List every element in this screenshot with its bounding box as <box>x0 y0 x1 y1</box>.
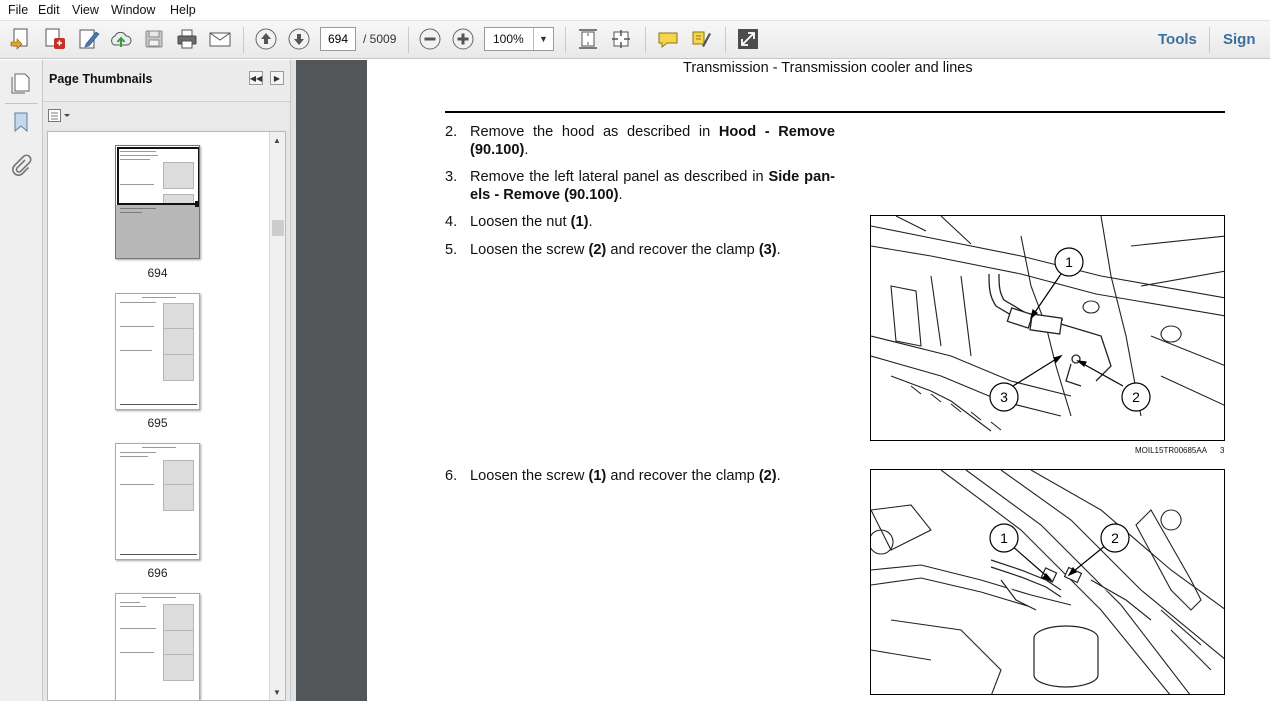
email-icon[interactable] <box>207 26 233 52</box>
toolbar-separator <box>565 27 566 53</box>
toolbar-separator <box>1209 27 1210 53</box>
scroll-up-icon[interactable]: ▲ <box>273 136 281 145</box>
toolbar-separator <box>408 27 409 53</box>
step-number: 4. <box>445 214 458 230</box>
callout-1: 1 <box>1065 254 1073 270</box>
page-number-input[interactable] <box>320 27 356 51</box>
step-text: Loosen the screw (1) and recover the cla… <box>470 468 781 484</box>
previous-page-icon[interactable] <box>253 26 279 52</box>
next-page-icon[interactable] <box>286 26 312 52</box>
step-text: Loosen the screw (2) and recover the cla… <box>470 242 781 258</box>
zoom-select[interactable]: 100% ▼ <box>484 27 554 51</box>
step-number: 5. <box>445 242 458 258</box>
tools-button[interactable]: Tools <box>1158 31 1197 48</box>
save-icon[interactable] <box>141 26 167 52</box>
thumbnails-list: 694 695 696 ▲ ▼ <box>47 131 286 701</box>
menu-view[interactable]: View <box>72 3 99 17</box>
expand-panel-icon[interactable]: ▶ <box>270 71 284 85</box>
figure-number: 3 <box>1220 446 1225 455</box>
scroll-down-icon[interactable]: ▼ <box>273 688 281 697</box>
figure-transmission-cooler: 1 2 3 <box>870 215 1225 441</box>
menu-help[interactable]: Help <box>170 3 196 17</box>
document-page: Transmission - Transmission cooler and l… <box>367 60 1270 701</box>
print-icon[interactable] <box>174 26 200 52</box>
menu-window[interactable]: Window <box>111 3 155 17</box>
toolbar-separator <box>725 27 726 53</box>
thumbnail-label: 695 <box>147 416 168 430</box>
step-text: Remove the left lateral panel as describ… <box>470 169 835 203</box>
scrollbar-thumb[interactable] <box>272 220 284 236</box>
page-thumbnail[interactable] <box>115 593 200 700</box>
sign-button[interactable]: Sign <box>1223 31 1256 48</box>
figure-code: MOIL15TR00685AA <box>1135 446 1208 455</box>
chevron-down-icon[interactable]: ▼ <box>533 28 553 50</box>
menu-file[interactable]: File <box>8 3 28 17</box>
thumbnails-panel: Page Thumbnails ◀◀ ▶ 694 695 696 ▲ ▼ <box>43 60 290 701</box>
strip-divider <box>5 103 38 104</box>
bookmark-icon[interactable] <box>7 108 35 136</box>
panel-title: Page Thumbnails <box>49 72 153 86</box>
toolbar: / 5009 100% ▼ Tools Sign <box>0 21 1270 59</box>
running-header: Transmission - Transmission cooler and l… <box>683 60 973 76</box>
zoom-in-icon[interactable] <box>450 26 476 52</box>
callout-2: 2 <box>1132 389 1140 405</box>
menu-edit[interactable]: Edit <box>38 3 60 17</box>
thumbnails-scrollbar[interactable]: ▲ ▼ <box>269 132 285 700</box>
navigation-pane-strip <box>0 60 43 701</box>
comment-icon[interactable] <box>655 26 681 52</box>
panel-header: Page Thumbnails ◀◀ ▶ <box>43 60 290 102</box>
step-number: 3. <box>445 169 458 185</box>
highlight-icon[interactable] <box>688 26 714 52</box>
callout-2: 2 <box>1111 530 1119 546</box>
fit-width-icon[interactable] <box>608 26 634 52</box>
callout-1: 1 <box>1000 530 1008 546</box>
document-view: Transmission - Transmission cooler and l… <box>296 60 1270 701</box>
thumbnail-label: 696 <box>147 566 168 580</box>
export-pdf-icon[interactable] <box>42 26 68 52</box>
edit-pdf-icon[interactable] <box>76 26 102 52</box>
toolbar-separator <box>243 27 244 53</box>
options-menu-icon[interactable] <box>48 109 72 123</box>
page-thumbnail[interactable] <box>115 293 200 410</box>
full-screen-icon[interactable] <box>735 26 761 52</box>
menu-bar: File Edit View Window Help <box>0 0 1270 21</box>
collapse-panel-icon[interactable]: ◀◀ <box>249 71 263 85</box>
page-thumbnails-icon[interactable] <box>7 68 35 96</box>
step-text: Remove the hood as described in Hood - R… <box>470 124 835 158</box>
step-text: Loosen the nut (1). <box>470 214 593 230</box>
page-total: / 5009 <box>363 32 397 46</box>
step-number: 2. <box>445 124 458 140</box>
header-rule <box>445 111 1225 113</box>
attachment-icon[interactable] <box>7 152 35 180</box>
create-pdf-icon[interactable] <box>8 26 34 52</box>
step-number: 6. <box>445 468 458 484</box>
zoom-value: 100% <box>493 32 524 46</box>
fit-page-icon[interactable] <box>575 26 601 52</box>
page-thumbnail[interactable] <box>115 145 200 259</box>
cloud-upload-icon[interactable] <box>108 26 134 52</box>
figure-clamp-screw: 1 2 <box>870 469 1225 695</box>
toolbar-separator <box>645 27 646 53</box>
callout-3: 3 <box>1000 389 1008 405</box>
thumbnail-label: 694 <box>147 266 168 280</box>
panel-options-bar <box>43 102 290 130</box>
page-thumbnail[interactable] <box>115 443 200 560</box>
zoom-out-icon[interactable] <box>417 26 443 52</box>
